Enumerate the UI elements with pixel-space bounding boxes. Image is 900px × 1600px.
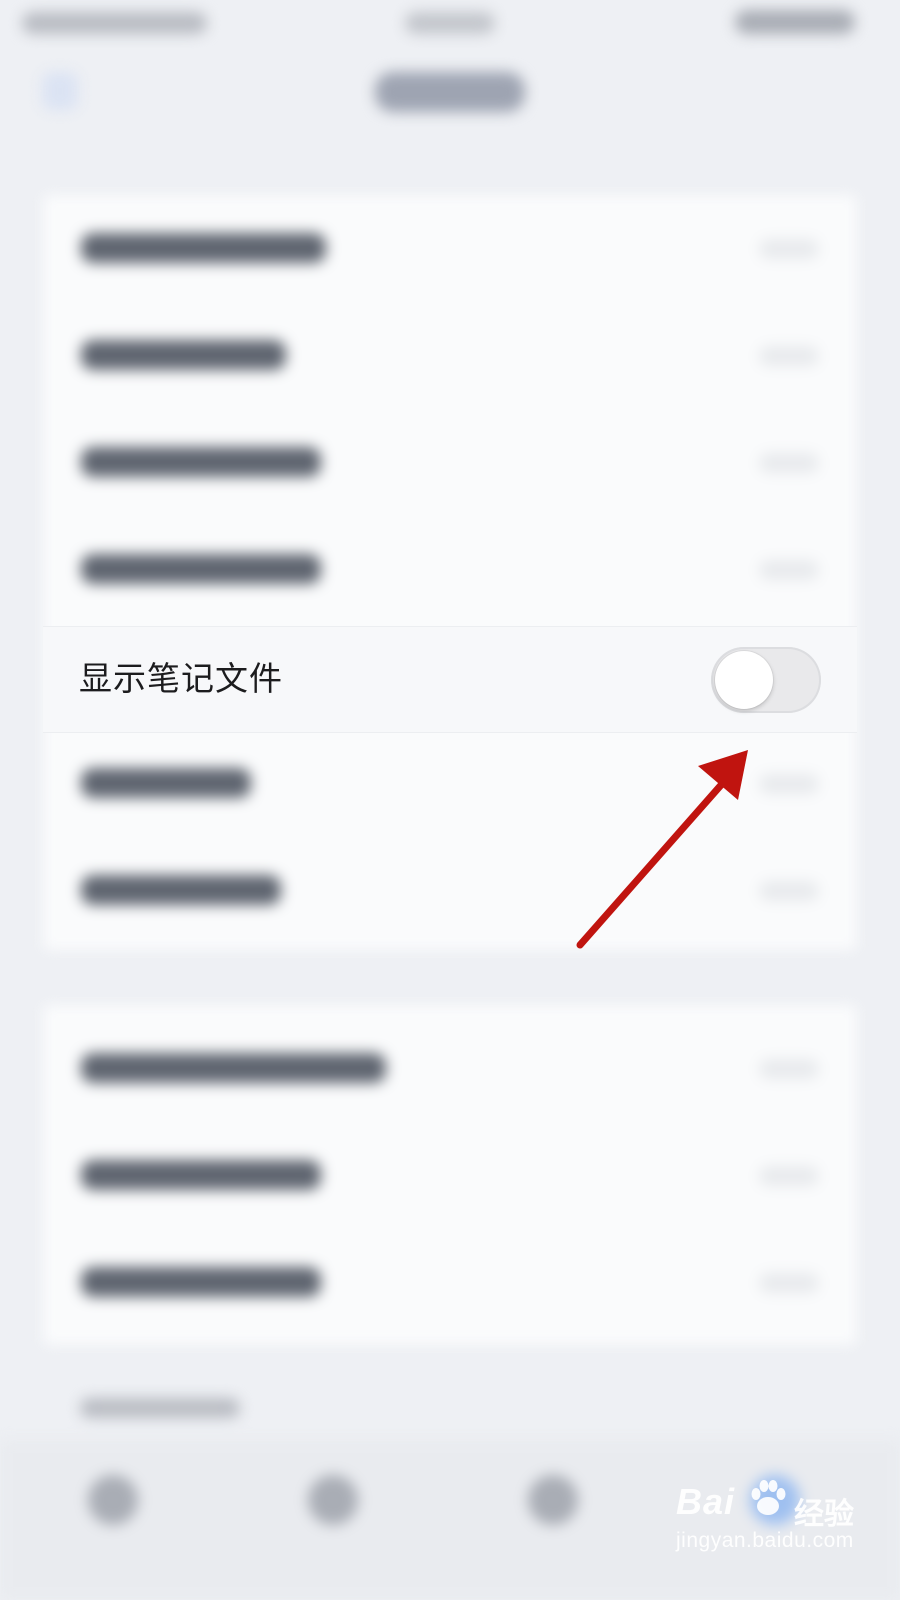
settings-group-1	[43, 195, 857, 950]
settings-row-control[interactable]	[759, 560, 819, 580]
watermark-suffix: 经验	[794, 1497, 854, 1532]
settings-row-label	[81, 233, 326, 263]
settings-row[interactable]	[43, 1122, 857, 1229]
toggle-knob[interactable]	[715, 651, 773, 709]
tab-home-icon[interactable]	[88, 1475, 138, 1525]
settings-row[interactable]	[43, 730, 857, 837]
tab-files-icon[interactable]	[308, 1475, 358, 1525]
settings-row-label	[81, 340, 286, 370]
settings-row-control[interactable]	[759, 881, 819, 901]
baidu-jingyan-watermark: Bai 经验 jingyan.baidu.com	[676, 1475, 896, 1565]
settings-row-control[interactable]	[759, 239, 819, 259]
settings-group-2	[43, 1005, 857, 1345]
settings-row-control[interactable]	[759, 774, 819, 794]
back-icon[interactable]	[42, 72, 78, 110]
settings-row[interactable]	[43, 302, 857, 409]
status-bar	[0, 0, 900, 46]
status-bar-right	[735, 10, 855, 34]
show-notes-label: 显示笔记文件	[79, 659, 283, 698]
settings-row[interactable]	[43, 409, 857, 516]
tab-shared-icon[interactable]	[528, 1475, 578, 1525]
blurred-background	[0, 0, 900, 1600]
section-footer-text	[80, 1398, 240, 1418]
settings-row[interactable]	[43, 1229, 857, 1336]
paw-icon	[751, 1480, 786, 1515]
settings-row[interactable]	[43, 1015, 857, 1122]
settings-row-label	[81, 554, 321, 584]
settings-row-label	[81, 1160, 321, 1190]
settings-row-label	[81, 1267, 321, 1297]
page-title	[375, 72, 525, 112]
settings-row-control[interactable]	[759, 1059, 819, 1079]
settings-row-label	[81, 875, 281, 905]
settings-row[interactable]	[43, 195, 857, 302]
settings-row-control[interactable]	[759, 1273, 819, 1293]
show-notes-setting-row[interactable]: 显示笔记文件	[43, 626, 857, 733]
settings-row-control[interactable]	[759, 453, 819, 473]
settings-row-control[interactable]	[759, 346, 819, 366]
watermark-brand: Bai	[676, 1481, 736, 1522]
settings-row-label	[81, 447, 321, 477]
settings-row-control[interactable]	[759, 1166, 819, 1186]
status-bar-left	[22, 12, 207, 34]
watermark-url: jingyan.baidu.com	[676, 1529, 854, 1552]
settings-row[interactable]	[43, 516, 857, 623]
show-notes-toggle[interactable]	[711, 647, 821, 713]
settings-row-label	[81, 1053, 386, 1083]
settings-row-label	[81, 768, 251, 798]
status-bar-center	[405, 12, 495, 34]
settings-row[interactable]	[43, 837, 857, 944]
